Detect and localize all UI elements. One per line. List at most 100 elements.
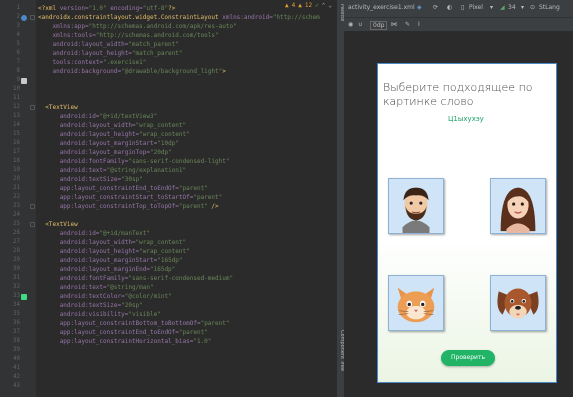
image-woman[interactable] [490, 178, 546, 234]
code-line[interactable]: app:layout_constraintStart_toStartOf="pa… [38, 193, 336, 202]
line-number: 5 [16, 41, 21, 47]
code-line[interactable]: android:text="@string/explanation1" [38, 166, 336, 175]
image-man[interactable] [388, 178, 444, 234]
code-line[interactable]: android:layout_width="match_parent" [38, 40, 336, 49]
class-marker-icon [21, 15, 27, 21]
code-line[interactable]: tools:context=".exercise1" [38, 58, 336, 67]
phone-preview[interactable]: Выберите подходящее по картинке слово Ц1… [377, 63, 557, 383]
code-line[interactable]: <androidx.constraintlayout.widget.Constr… [38, 13, 336, 22]
code-token: "parent" [178, 329, 208, 336]
code-token: android:fontFamily= [59, 158, 129, 165]
fold-icon[interactable] [30, 105, 35, 110]
code-line[interactable]: app:layout_constraintEnd_toEndOf="parent… [38, 184, 336, 193]
check-icon: ✓ [315, 2, 319, 9]
chevron-up-icon[interactable]: ⌃ [322, 2, 326, 9]
code-line[interactable]: android:layout_width="wrap_content" [38, 238, 336, 247]
code-token: "@+id/manText" [99, 230, 151, 237]
code-token: android:layout_marginEnd= [59, 266, 150, 273]
image-dog[interactable] [490, 275, 546, 331]
code-line[interactable]: android:id="@+id/textView3" [38, 112, 336, 121]
code-token: "165dp" [150, 266, 176, 273]
fold-icon[interactable] [30, 222, 35, 227]
code-token: android:textSize= [59, 302, 122, 309]
code-line[interactable]: app:layout_constraintTop_toTopOf="parent… [38, 202, 336, 211]
code-line[interactable]: <TextView [38, 103, 336, 112]
code-line[interactable]: <TextView [38, 220, 336, 229]
code-token: "wrap_content" [135, 122, 187, 129]
image-cat[interactable] [388, 275, 444, 331]
code-line[interactable]: android:textSize="30sp" [38, 175, 336, 184]
eye-icon[interactable]: ◉ [348, 21, 353, 28]
line-number: 6 [16, 50, 21, 56]
margin-field[interactable]: 0dp [370, 21, 388, 30]
line-number: 22 [13, 194, 20, 200]
line-number: 36 [13, 320, 20, 326]
line-number: 30 [13, 266, 20, 272]
explanation-text: Выберите подходящее по картинке слово [383, 81, 533, 108]
code-line[interactable]: android:id="@+id/manText" [38, 229, 336, 238]
chevron-down-icon[interactable]: ⌄ [328, 2, 332, 9]
code-editor[interactable]: 1 2 3 4 5 6 7 8 9 10 11 12 13 14 15 16 17 18 19 20 21 22 23 24 2… [0, 0, 336, 397]
code-line[interactable]: xmlns:tools="http://schemas.android.com/… [38, 31, 336, 40]
fold-icon[interactable] [30, 15, 35, 20]
code-token: "match_parent" [131, 50, 183, 57]
code-token: <TextView [45, 104, 78, 111]
layers-icon[interactable]: ◈ [417, 4, 422, 11]
code-line[interactable]: android:textSize="20sp" [38, 301, 336, 310]
code-line[interactable]: android:textColor="@color/mint" [38, 292, 336, 301]
code-line[interactable]: android:layout_marginTop="20dp" [38, 148, 336, 157]
line-number: 8 [16, 68, 21, 74]
line-number: 39 [13, 347, 20, 353]
code-line[interactable]: android:background="@drawable/background… [38, 67, 336, 76]
theme-selector[interactable]: StLang [539, 4, 560, 11]
orientation-icon[interactable]: ⟳ [433, 4, 438, 11]
code-line[interactable]: android:layout_height="wrap_content" [38, 130, 336, 139]
fold-icon[interactable] [30, 204, 35, 209]
code-token: android:layout_marginStart= [59, 257, 158, 264]
code-line[interactable]: android:visibility="visible" [38, 310, 336, 319]
device-selector[interactable]: Pixel [469, 4, 483, 11]
device-icon[interactable]: ▯ [461, 4, 464, 11]
code-token: "30sp" [121, 176, 143, 183]
line-number: 35 [13, 311, 20, 317]
file-tab[interactable]: activity_exercise1.xml [348, 4, 415, 11]
code-line[interactable]: android:layout_height="wrap_content" [38, 247, 336, 256]
warning-icon: ▲ [285, 2, 289, 9]
guidelines-icon[interactable]: Ⅰ [418, 21, 420, 28]
code-line[interactable]: android:layout_marginEnd="165dp" [38, 265, 336, 274]
code-line[interactable]: android:fontFamily="sans-serif-condensed… [38, 157, 336, 166]
code-line[interactable]: app:layout_constraintEnd_toEndOf="parent… [38, 328, 336, 337]
code-token: xmlns:android= [222, 14, 273, 21]
code-line[interactable]: android:text="@string/man" [38, 283, 336, 292]
woman-face-icon [491, 179, 545, 233]
code-token: android:visibility= [59, 311, 129, 318]
code-line[interactable]: android:layout_marginStart="165dp" [38, 256, 336, 265]
night-mode-icon[interactable]: ◐ [447, 4, 452, 11]
api-icon: ◢ [500, 4, 505, 11]
code-line[interactable]: android:layout_marginStart="10dp" [38, 139, 336, 148]
magnet-icon[interactable]: ∪ [358, 21, 362, 28]
code-token: "@color/mint" [124, 293, 172, 300]
code-line[interactable]: android:fontFamily="sans-serif-condensed… [38, 274, 336, 283]
infer-constraints-icon[interactable]: ✎ [405, 21, 410, 28]
code-line[interactable]: xmlns:app="http://schemas.android.com/ap… [38, 22, 336, 31]
check-button[interactable]: Проверить [441, 350, 495, 366]
code-line[interactable]: app:layout_constraintBottom_toBottomOf="… [38, 319, 336, 328]
code-token: "20sp" [121, 302, 143, 309]
code-token: app:layout_constraintBottom_toBottomOf= [59, 320, 201, 327]
code-token: /> [211, 203, 219, 210]
api-selector[interactable]: 34 [508, 4, 516, 11]
code-line[interactable]: android:layout_height="match_parent" [38, 49, 336, 58]
code-token: android:layout_width= [52, 41, 129, 48]
clear-constraints-icon[interactable]: ⋈ [391, 21, 397, 28]
code-line[interactable]: android:layout_width="wrap_content" [38, 121, 336, 130]
line-number: 25 [13, 221, 20, 227]
inspection-status[interactable]: ▲ 4 ▲ 12 ✓ ⌃ ⌄ [285, 2, 332, 9]
code-line[interactable]: app:layout_constraintHorizontal_bias="1.… [38, 337, 336, 346]
